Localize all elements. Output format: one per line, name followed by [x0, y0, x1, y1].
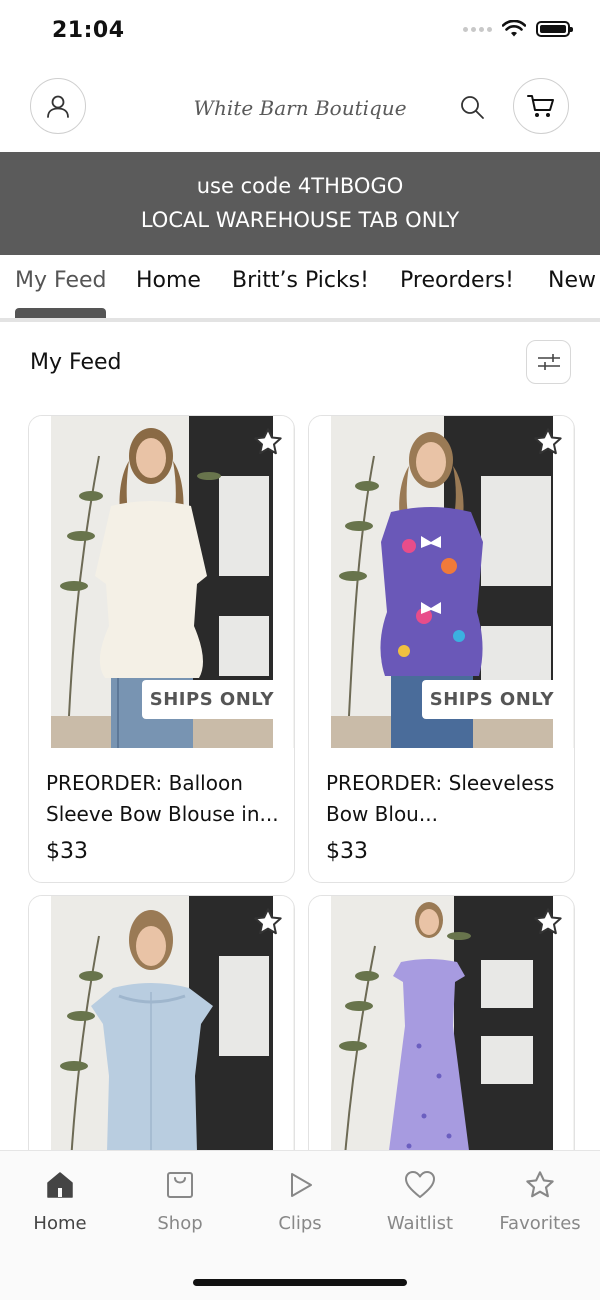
tab-preorders[interactable]: Preorders!	[400, 268, 514, 293]
tab-home[interactable]: Home	[136, 268, 201, 293]
nav-shop[interactable]: Shop	[125, 1167, 235, 1234]
star-outline-icon	[534, 908, 562, 935]
favorite-button[interactable]	[530, 904, 566, 940]
product-title[interactable]: PREORDER: Balloon Sleeve Bow Blouse in..…	[46, 768, 281, 830]
play-icon	[291, 1173, 312, 1197]
brand-logo[interactable]: White Barn Boutique	[190, 88, 410, 128]
app-header: White Barn Boutique	[0, 78, 600, 138]
promo-code-text: use code 4THBOGO	[196, 174, 404, 198]
tab-britts-picks[interactable]: Britt’s Picks!	[232, 268, 369, 293]
sliders-icon	[537, 354, 560, 370]
nav-waitlist[interactable]: Waitlist	[365, 1167, 475, 1234]
logo-text: White Barn Boutique	[193, 96, 407, 120]
ships-only-badge: SHIPS ONLY	[141, 680, 282, 719]
battery-icon	[536, 21, 573, 37]
product-image[interactable]: SHIPS ONLY	[29, 416, 294, 748]
product-price: $33	[46, 839, 88, 864]
active-tab-indicator	[15, 308, 106, 318]
tab-my-feed[interactable]: My Feed	[15, 268, 106, 293]
nav-shop-label: Shop	[157, 1213, 203, 1234]
promo-scope-text: LOCAL WAREHOUSE TAB ONLY	[140, 208, 460, 232]
user-icon	[47, 95, 69, 118]
product-price: $33	[326, 839, 368, 864]
nav-clips[interactable]: Clips	[245, 1167, 355, 1234]
search-icon	[461, 96, 484, 119]
nav-waitlist-label: Waitlist	[386, 1213, 454, 1234]
home-indicator	[193, 1279, 407, 1286]
heart-icon	[405, 1171, 435, 1198]
tab-new[interactable]: New	[548, 268, 596, 293]
signal-icon	[463, 26, 492, 32]
product-card[interactable]: SHIPS ONLY PREORDER: Sleeveless Bow Blou…	[308, 415, 575, 883]
product-card[interactable]: SHIPS ONLY PREORDER: Balloon Sleeve Bow …	[28, 415, 295, 883]
filter-button[interactable]	[526, 340, 571, 384]
favorite-button[interactable]	[250, 424, 286, 460]
nav-favorites[interactable]: Favorites	[485, 1167, 595, 1234]
account-button[interactable]	[30, 78, 86, 134]
shopping-bag-icon	[167, 1172, 193, 1198]
favorite-button[interactable]	[250, 904, 286, 940]
wifi-icon	[502, 20, 526, 37]
home-icon	[47, 1172, 73, 1198]
promo-banner[interactable]: use code 4THBOGO LOCAL WAREHOUSE TAB ONL…	[0, 152, 600, 255]
status-time: 21:04	[52, 18, 125, 43]
nav-clips-label: Clips	[278, 1213, 322, 1234]
nav-favorites-label: Favorites	[499, 1213, 581, 1234]
product-title[interactable]: PREORDER: Sleeveless Bow Blou...	[326, 768, 561, 830]
category-tabs: My Feed Home Britt’s Picks! Preorders! N…	[0, 256, 600, 322]
page-title: My Feed	[30, 350, 122, 375]
ships-only-badge: SHIPS ONLY	[421, 680, 562, 719]
status-bar: 21:04	[0, 0, 600, 64]
bottom-nav: Home Shop Clips Waitlist Favorites	[0, 1150, 600, 1300]
product-image[interactable]: SHIPS ONLY	[309, 416, 574, 748]
star-outline-icon	[534, 428, 562, 455]
star-outline-icon	[254, 908, 282, 935]
nav-home-label: Home	[33, 1213, 87, 1234]
cart-button[interactable]	[513, 78, 569, 134]
cart-icon	[527, 95, 554, 117]
status-icons	[463, 20, 573, 38]
nav-home[interactable]: Home	[5, 1167, 115, 1234]
star-outline-icon	[254, 428, 282, 455]
star-icon	[526, 1171, 554, 1198]
search-button[interactable]	[455, 90, 489, 124]
favorite-button[interactable]	[530, 424, 566, 460]
